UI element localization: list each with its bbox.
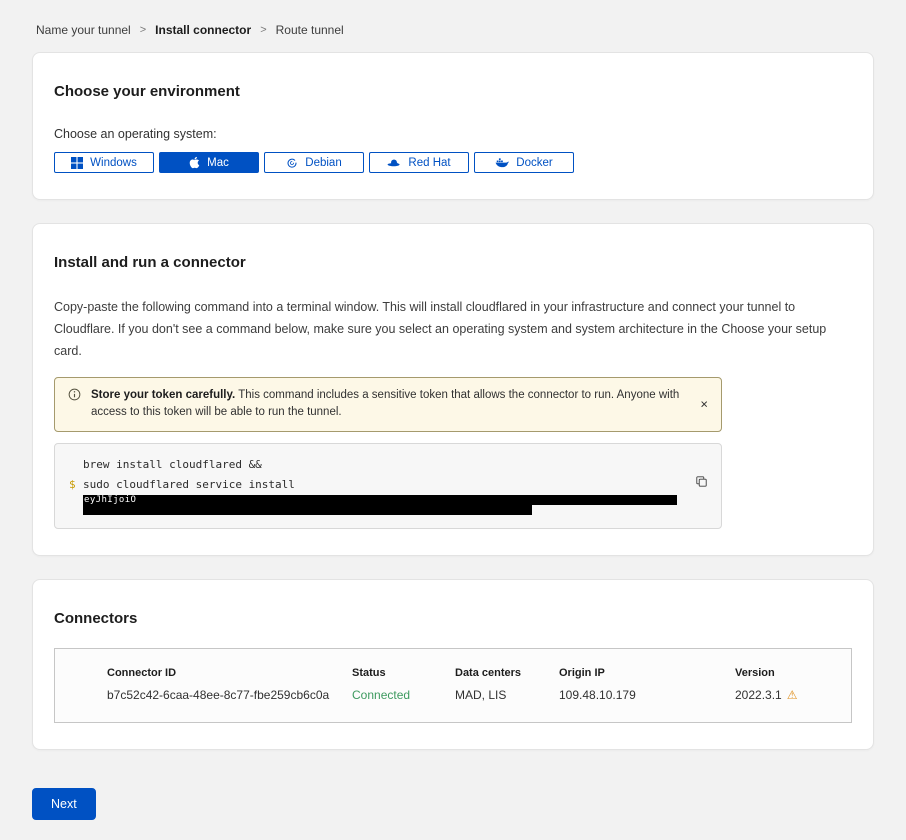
connectors-table: Connector ID Status Data centers Origin … <box>54 648 852 723</box>
prompt-spacer <box>69 505 83 515</box>
cell-data-centers: MAD, LIS <box>455 688 559 702</box>
header-data-centers: Data centers <box>455 667 559 679</box>
status-badge: Connected <box>352 688 455 702</box>
os-button-redhat[interactable]: Red Hat <box>369 152 469 173</box>
token-line-1: eyJhIjoiO <box>69 495 681 505</box>
install-connector-title: Install and run a connector <box>54 254 852 271</box>
os-button-mac[interactable]: Mac <box>159 152 259 173</box>
environment-card: Choose your environment Choose an operat… <box>32 52 874 200</box>
table-row: b7c52c42-6caa-48ee-8c77-fbe259cb6c0a Con… <box>107 688 841 702</box>
os-button-label: Red Hat <box>408 157 450 169</box>
os-button-windows[interactable]: Windows <box>54 152 154 173</box>
cell-origin-ip: 109.48.10.179 <box>559 688 735 702</box>
install-instructions: Copy-paste the following command into a … <box>54 297 852 363</box>
redacted-token-bar <box>83 505 532 515</box>
token-warning-alert: Store your token carefully. This command… <box>54 377 722 433</box>
breadcrumb-step-name-your-tunnel[interactable]: Name your tunnel <box>36 23 131 37</box>
tunnel-setup-page: Name your tunnel > Install connector > R… <box>0 0 906 840</box>
breadcrumb: Name your tunnel > Install connector > R… <box>32 0 874 52</box>
breadcrumb-step-install-connector[interactable]: Install connector <box>155 23 251 37</box>
install-command-block: brew install cloudflared && $ sudo cloud… <box>54 443 722 529</box>
copy-icon[interactable] <box>693 473 710 493</box>
connectors-card: Connectors Connector ID Status Data cent… <box>32 579 874 750</box>
os-button-label: Mac <box>207 157 229 169</box>
close-icon[interactable]: × <box>695 396 713 413</box>
environment-card-title: Choose your environment <box>54 83 852 100</box>
next-button[interactable]: Next <box>32 788 96 820</box>
os-button-debian[interactable]: Debian <box>264 152 364 173</box>
command-line-2: $ sudo cloudflared service install <box>69 475 681 495</box>
os-button-label: Debian <box>305 157 341 169</box>
breadcrumb-separator: > <box>260 24 266 36</box>
header-origin-ip: Origin IP <box>559 667 735 679</box>
os-button-label: Windows <box>90 157 137 169</box>
header-connector-id: Connector ID <box>107 667 352 679</box>
os-button-docker[interactable]: Docker <box>474 152 574 173</box>
info-circle-icon <box>68 388 81 423</box>
breadcrumb-step-route-tunnel[interactable]: Route tunnel <box>276 23 344 37</box>
version-value: 2022.3.1 <box>735 688 782 702</box>
command-text: sudo cloudflared service install <box>83 475 295 495</box>
warning-icon: ⚠ <box>787 689 798 701</box>
token-warning-bold: Store your token carefully. <box>91 389 235 401</box>
command-text: brew install cloudflared && <box>83 455 262 475</box>
os-button-label: Docker <box>516 157 552 169</box>
debian-icon <box>286 157 298 169</box>
shell-prompt: $ <box>69 475 83 495</box>
os-select-label: Choose an operating system: <box>54 127 852 141</box>
connectors-table-header: Connector ID Status Data centers Origin … <box>107 667 841 679</box>
install-connector-card: Install and run a connector Copy-paste t… <box>32 223 874 556</box>
prompt-spacer <box>69 495 83 505</box>
breadcrumb-separator: > <box>140 24 146 36</box>
redacted-token-bar: eyJhIjoiO <box>83 495 677 505</box>
prompt-spacer <box>69 455 83 475</box>
apple-icon <box>189 156 200 169</box>
token-line-2 <box>69 505 681 515</box>
windows-icon <box>71 157 83 169</box>
header-status: Status <box>352 667 455 679</box>
os-button-group: Windows Mac Debian Red Hat <box>54 152 852 173</box>
connectors-card-title: Connectors <box>54 610 852 627</box>
docker-icon <box>495 157 509 168</box>
redhat-icon <box>387 158 401 167</box>
command-line-1: brew install cloudflared && <box>69 455 681 475</box>
cell-version: 2022.3.1 ⚠ <box>735 688 841 702</box>
token-warning-text: Store your token carefully. This command… <box>91 387 687 423</box>
token-prefix: eyJhIjoiO <box>83 495 136 505</box>
cell-connector-id: b7c52c42-6caa-48ee-8c77-fbe259cb6c0a <box>107 688 352 702</box>
header-version: Version <box>735 667 841 679</box>
